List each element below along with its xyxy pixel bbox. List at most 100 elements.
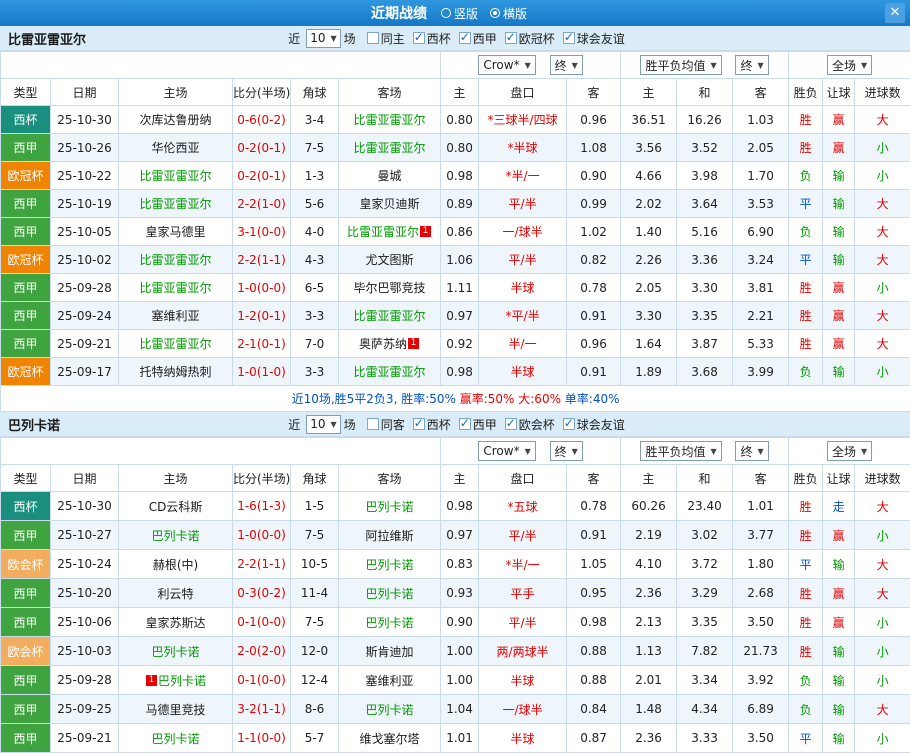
away-team[interactable]: 毕尔巴鄂竞技 [354, 281, 426, 295]
final-dropdown-b[interactable]: 终 ▼ [735, 441, 769, 461]
away-team[interactable]: 比雷亚雷亚尔 [354, 141, 426, 155]
chevron-down-icon: ▼ [861, 446, 868, 456]
away-team[interactable]: 巴列卡诺 [366, 703, 414, 717]
away-team[interactable]: 尤文图斯 [366, 253, 414, 267]
matches-table: Crow* ▼ 终 ▼ 胜平负均值 ▼ 终 ▼ 全场 ▼ 类型 日期 主场 比分(半场) [0, 437, 910, 753]
home-team[interactable]: 马德里竞技 [145, 703, 205, 717]
home-team[interactable]: 赫根(中) [153, 558, 198, 572]
team-title: 巴列卡诺 [8, 418, 61, 434]
away-team[interactable]: 巴列卡诺 [366, 616, 414, 630]
date-cell: 25-09-28 [50, 273, 119, 302]
handicap-away-odds: 0.88 [566, 636, 622, 666]
away-team[interactable]: 巴列卡诺 [366, 587, 414, 601]
away-team[interactable]: 比雷亚雷亚尔 [347, 225, 419, 239]
final-dropdown-a[interactable]: 终 ▼ [549, 441, 583, 461]
away-team[interactable]: 奥萨苏纳 [359, 337, 407, 351]
away-team-cell: 皇家贝迪斯 [337, 189, 442, 218]
wdl-average-dropdown[interactable]: 胜平负均值 ▼ [640, 55, 722, 75]
home-team[interactable]: 巴列卡诺 [151, 645, 199, 659]
league-checkbox[interactable] [458, 416, 471, 430]
result-handicap: 输 [822, 549, 856, 579]
home-team[interactable]: 比雷亚雷亚尔 [139, 337, 211, 351]
home-team-cell: 华伦西亚 [118, 133, 233, 162]
odds-draw: 7.82 [676, 636, 734, 666]
away-team[interactable]: 比雷亚雷亚尔 [354, 309, 426, 323]
red-card-badge: 1 [420, 226, 432, 237]
handicap-home-odds: 0.90 [440, 607, 480, 637]
league-checkbox[interactable] [412, 416, 425, 430]
league-checkbox[interactable] [412, 30, 425, 44]
radio-horizontal-layout[interactable]: 横版 [490, 5, 527, 22]
away-team[interactable]: 巴列卡诺 [366, 500, 414, 514]
near-count-select[interactable]: 10 ▼ [306, 28, 341, 48]
away-team[interactable]: 阿拉维斯 [366, 529, 414, 543]
handicap-home-odds: 1.01 [440, 723, 480, 753]
home-team[interactable]: 华伦西亚 [151, 141, 199, 155]
fulltime-scope-dropdown[interactable]: 全场 ▼ [827, 441, 873, 461]
away-team[interactable]: 斯肯迪加 [366, 645, 414, 659]
score-cell: 1-6(1-3) [232, 491, 291, 521]
odds-draw: 3.36 [676, 245, 734, 274]
home-team[interactable]: 皇家马德里 [145, 225, 205, 239]
away-team[interactable]: 比雷亚雷亚尔 [354, 113, 426, 127]
home-team[interactable]: 次库达鲁册纳 [139, 113, 211, 127]
handicap-away-odds: 1.02 [566, 217, 622, 246]
home-team-cell: 巴列卡诺 [118, 723, 233, 753]
away-team[interactable]: 巴列卡诺 [366, 558, 414, 572]
odds-company-dropdown[interactable]: Crow* ▼ [478, 441, 536, 461]
league-checkbox[interactable] [458, 30, 471, 44]
away-team[interactable]: 比雷亚雷亚尔 [354, 365, 426, 379]
league-checkbox[interactable] [562, 416, 575, 430]
league-checkbox[interactable] [504, 30, 517, 44]
away-team-cell: 比雷亚雷亚尔 1 [337, 217, 442, 246]
score-cell: 1-1(0-0) [232, 723, 291, 753]
home-team[interactable]: 比雷亚雷亚尔 [139, 197, 211, 211]
fulltime-scope-dropdown[interactable]: 全场 ▼ [827, 55, 873, 75]
same-side-checkbox[interactable] [366, 418, 379, 430]
home-team[interactable]: 比雷亚雷亚尔 [139, 281, 211, 295]
handicap-line: 平手 [478, 578, 568, 608]
handicap-away-odds: 0.78 [566, 273, 622, 302]
close-button[interactable]: ✕ [885, 3, 905, 23]
result-wdl: 胜 [788, 329, 824, 358]
same-side-checkbox[interactable] [366, 32, 379, 44]
away-team[interactable]: 维戈塞尔塔 [360, 732, 420, 746]
home-team[interactable]: 托特纳姆热刺 [139, 365, 211, 379]
home-team[interactable]: 比雷亚雷亚尔 [139, 253, 211, 267]
result-goals: 大 [854, 105, 910, 134]
score-cell: 3-2(1-1) [232, 694, 291, 724]
home-team[interactable]: 巴列卡诺 [158, 674, 206, 688]
type-cell: 西甲 [0, 578, 51, 608]
radio-circle-selected-icon [490, 8, 500, 18]
league-checkbox[interactable] [562, 30, 575, 44]
odds-draw: 3.02 [676, 520, 734, 550]
home-team[interactable]: 巴列卡诺 [151, 732, 199, 746]
league-checkbox[interactable] [504, 416, 517, 430]
home-team[interactable]: 巴列卡诺 [151, 529, 199, 543]
odds-company-dropdown[interactable]: Crow* ▼ [478, 55, 536, 75]
home-team[interactable]: CD云科斯 [149, 500, 203, 514]
away-team[interactable]: 塞维利亚 [366, 674, 414, 688]
away-team-cell: 尤文图斯 [337, 245, 442, 274]
away-team[interactable]: 曼城 [378, 169, 402, 183]
handicap-away-odds: 0.91 [566, 301, 622, 330]
handicap-line: *三球半/四球 [478, 105, 568, 134]
final-dropdown-a[interactable]: 终 ▼ [549, 55, 583, 75]
match-row: 欧冠杯 25-10-22 比雷亚雷亚尔 0-2(0-1) 1-3 曼城 0.98 *半/一 0.… [0, 161, 910, 190]
odds-win: 36.51 [620, 105, 678, 134]
corner-cell: 4-0 [290, 217, 339, 246]
near-count-select[interactable]: 10 ▼ [306, 414, 341, 434]
home-team[interactable]: 皇家苏斯达 [145, 616, 205, 630]
odds-win: 2.36 [620, 578, 678, 608]
away-team[interactable]: 皇家贝迪斯 [360, 197, 420, 211]
final-dropdown-b[interactable]: 终 ▼ [735, 55, 769, 75]
home-team[interactable]: 利云特 [157, 587, 193, 601]
home-team[interactable]: 比雷亚雷亚尔 [139, 169, 211, 183]
radio-vertical-layout[interactable]: 竖版 [440, 5, 478, 22]
away-team-cell: 曼城 [337, 161, 442, 190]
wdl-average-dropdown[interactable]: 胜平负均值 ▼ [640, 441, 722, 461]
home-team[interactable]: 塞维利亚 [151, 309, 199, 323]
result-wdl: 平 [788, 189, 824, 218]
result-goals: 大 [854, 549, 910, 579]
col-header-type: 类型 [0, 78, 51, 106]
